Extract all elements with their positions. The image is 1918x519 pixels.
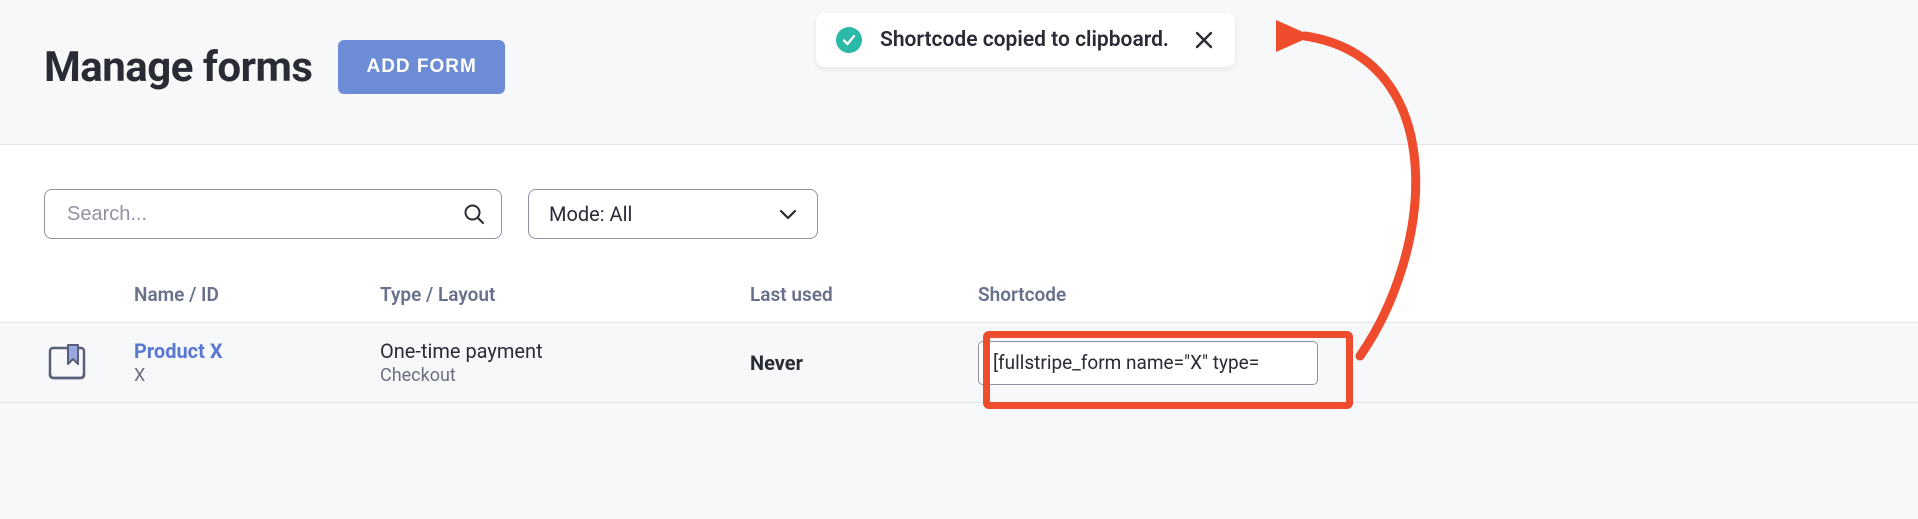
table-row: Product X X One-time payment Checkout Ne… [0, 323, 1918, 403]
form-id: X [134, 365, 380, 386]
add-form-button[interactable]: ADD FORM [338, 40, 504, 94]
form-layout: Checkout [380, 365, 750, 386]
page-title: Manage forms [44, 43, 312, 92]
col-name: Name / ID [134, 283, 380, 306]
checkmark-icon [836, 27, 862, 53]
form-name-link[interactable]: Product X [134, 339, 380, 363]
toast-message: Shortcode copied to clipboard. [880, 28, 1169, 52]
col-type: Type / Layout [380, 283, 750, 306]
col-shortcode: Shortcode [978, 283, 1418, 306]
table-header: Name / ID Type / Layout Last used Shortc… [0, 273, 1918, 323]
shortcode-field[interactable]: [fullstripe_form name="X" type= [978, 341, 1318, 385]
close-icon[interactable] [1193, 29, 1215, 51]
form-last-used: Never [750, 351, 978, 375]
form-type: One-time payment [380, 339, 750, 363]
col-last-used: Last used [750, 283, 978, 306]
search-icon [462, 202, 486, 226]
mode-filter-select[interactable]: Mode: All [528, 189, 818, 239]
search-input[interactable] [44, 189, 502, 239]
chevron-down-icon [779, 202, 797, 226]
mode-filter-label: Mode: All [549, 202, 632, 226]
form-icon [0, 340, 134, 386]
toast-notification: Shortcode copied to clipboard. [816, 13, 1235, 67]
